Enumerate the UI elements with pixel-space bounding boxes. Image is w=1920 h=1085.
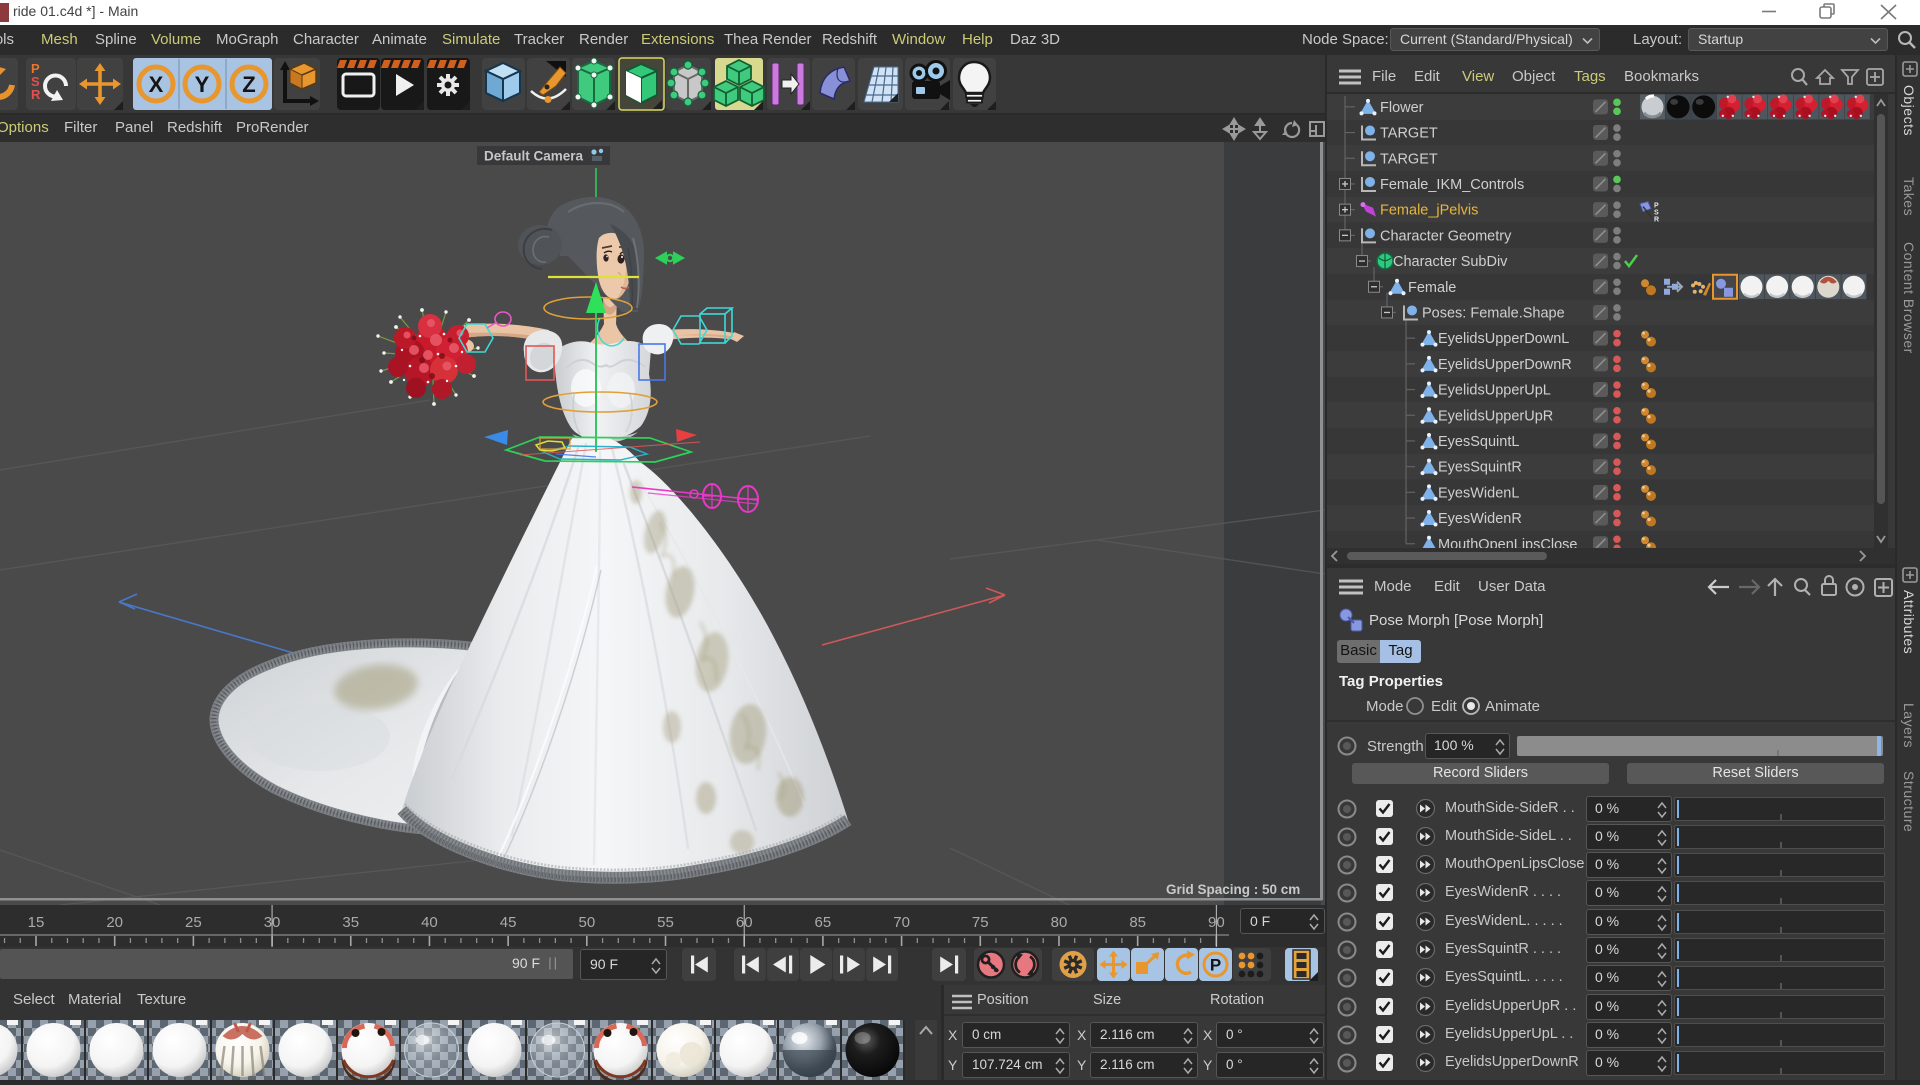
svg-text:80: 80 bbox=[1051, 914, 1068, 931]
svg-text:EyesWidenL: EyesWidenL bbox=[1438, 485, 1519, 501]
svg-text:EyelidsUpperUpR: EyelidsUpperUpR bbox=[1438, 408, 1553, 424]
svg-text:35: 35 bbox=[342, 914, 359, 931]
svg-text:Character Geometry: Character Geometry bbox=[1380, 228, 1512, 244]
svg-text:EyesSquintR: EyesSquintR bbox=[1438, 460, 1522, 476]
svg-text:50: 50 bbox=[578, 914, 595, 931]
svg-text:S: S bbox=[1654, 210, 1659, 217]
svg-text:R: R bbox=[1654, 217, 1659, 224]
svg-text:15: 15 bbox=[28, 914, 45, 931]
svg-text:25: 25 bbox=[185, 914, 202, 931]
svg-text:45: 45 bbox=[500, 914, 517, 931]
svg-text:P: P bbox=[1654, 203, 1659, 210]
svg-text:MouthOpenLipsClose: MouthOpenLipsClose bbox=[1438, 537, 1577, 548]
svg-text:Z: Z bbox=[242, 72, 255, 97]
svg-text:EyelidsUpperDownL: EyelidsUpperDownL bbox=[1438, 331, 1569, 347]
svg-text:55: 55 bbox=[657, 914, 674, 931]
svg-text:Flower: Flower bbox=[1380, 100, 1424, 116]
svg-text:EyelidsUpperUpL: EyelidsUpperUpL bbox=[1438, 383, 1551, 399]
svg-text:40: 40 bbox=[421, 914, 438, 931]
svg-text:EyelidsUpperDownR: EyelidsUpperDownR bbox=[1438, 357, 1572, 373]
svg-text:Character SubDiv: Character SubDiv bbox=[1393, 254, 1508, 270]
svg-text:Default Camera: Default Camera bbox=[484, 149, 584, 164]
svg-text:75: 75 bbox=[972, 914, 989, 931]
svg-text:EyesWidenR: EyesWidenR bbox=[1438, 511, 1522, 527]
svg-text:65: 65 bbox=[815, 914, 832, 931]
svg-text:Y: Y bbox=[195, 72, 210, 97]
svg-text:Female_IKM_Controls: Female_IKM_Controls bbox=[1380, 177, 1524, 193]
svg-text:Female_jPelvis: Female_jPelvis bbox=[1380, 203, 1478, 219]
svg-text:70: 70 bbox=[893, 914, 910, 931]
svg-text:X: X bbox=[149, 72, 164, 97]
svg-text:20: 20 bbox=[106, 914, 123, 931]
svg-text:Poses: Female.Shape: Poses: Female.Shape bbox=[1422, 305, 1565, 321]
svg-text:Grid Spacing : 50 cm: Grid Spacing : 50 cm bbox=[1166, 882, 1300, 897]
svg-text:P: P bbox=[1210, 956, 1221, 975]
svg-text:R: R bbox=[31, 87, 41, 102]
svg-text:Female: Female bbox=[1408, 280, 1456, 296]
svg-text:TARGET: TARGET bbox=[1380, 126, 1438, 142]
svg-text:85: 85 bbox=[1129, 914, 1146, 931]
svg-text:TARGET: TARGET bbox=[1380, 151, 1438, 167]
svg-text:EyesSquintL: EyesSquintL bbox=[1438, 434, 1519, 450]
